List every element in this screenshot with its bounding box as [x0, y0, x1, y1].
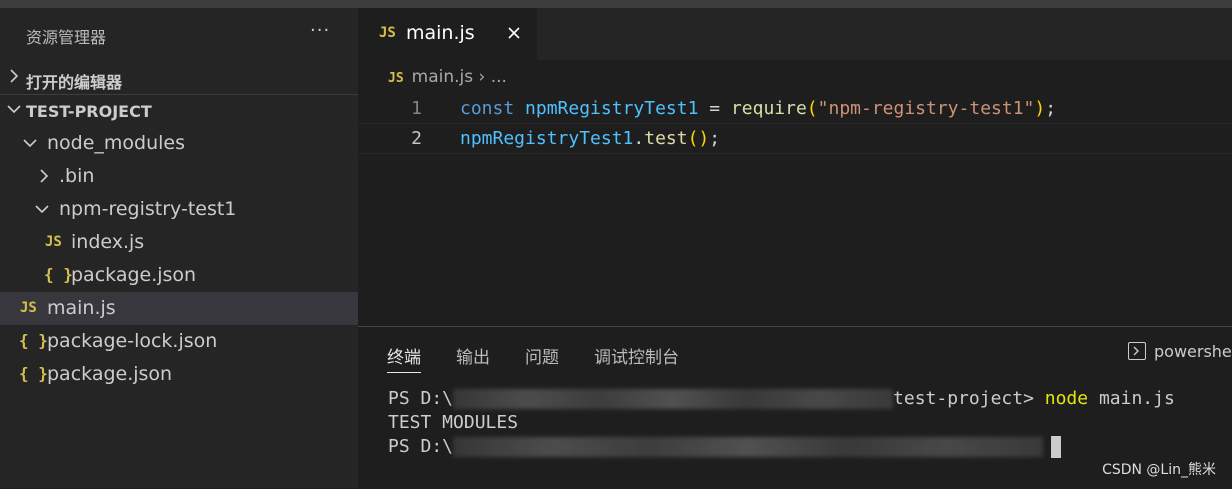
close-icon[interactable]: [506, 25, 522, 41]
token-function: require: [730, 98, 807, 119]
breadcrumb-symbols[interactable]: ...: [491, 67, 507, 87]
breadcrumb-separator: ›: [478, 67, 486, 87]
code-text: npmRegistryTest1.test();: [460, 124, 720, 153]
terminal-line: TEST MODULES: [388, 412, 519, 433]
token-bracket: (): [687, 128, 710, 149]
tab-label: main.js: [406, 22, 475, 44]
terminal-output[interactable]: PS D:\ test-project> node main.js TEST MO…: [388, 387, 1175, 459]
terminal-panel: 终端 输出 问题 调试控制台 powershel PS D:\ test-proj…: [358, 326, 1232, 489]
chevron-down-icon: [23, 139, 37, 148]
chevron-down-icon: [7, 105, 21, 114]
chevron-down-icon: [35, 205, 49, 214]
tab-terminal[interactable]: 终端: [387, 343, 421, 373]
command-args: main.js: [1088, 388, 1175, 409]
command-name: node: [1044, 388, 1089, 409]
title-bar-strip: [0, 0, 1232, 8]
token-bracket: ): [1034, 98, 1046, 119]
token-punct: ;: [709, 128, 721, 149]
explorer-title: 资源管理器: [26, 28, 107, 47]
tree-item-main-js[interactable]: JS main.js: [0, 292, 358, 325]
section-divider: [0, 94, 358, 95]
tree-item-package-lock-json[interactable]: { } package-lock.json: [0, 325, 358, 358]
ellipsis-icon[interactable]: ···: [310, 20, 330, 41]
redacted-path: [453, 437, 1044, 457]
tree-item-node-modules[interactable]: node_modules: [0, 127, 358, 160]
explorer-sidebar: 资源管理器 ··· 打开的编辑器 TEST-PROJECT node_modul…: [0, 8, 358, 488]
shell-selector[interactable]: powershel: [1128, 342, 1232, 361]
json-file-icon: { }: [19, 364, 48, 383]
line-number: 1: [411, 98, 422, 119]
open-editors-section[interactable]: 打开的编辑器: [0, 64, 358, 94]
tab-problems[interactable]: 问题: [525, 343, 559, 368]
token-keyword: const: [460, 98, 515, 119]
chevron-right-icon: [10, 69, 19, 83]
tab-output[interactable]: 输出: [456, 343, 490, 368]
tree-item-label: main.js: [47, 297, 116, 319]
token-punct: ;: [1045, 98, 1057, 119]
terminal-cursor: [1051, 436, 1062, 458]
token-variable: npmRegistryTest1: [460, 128, 634, 149]
breadcrumb[interactable]: JS main.js › ...: [388, 67, 507, 87]
open-editors-label: 打开的编辑器: [26, 73, 123, 92]
code-text: const npmRegistryTest1 = require("npm-re…: [460, 94, 1056, 123]
tree-item-npm-registry-test1[interactable]: npm-registry-test1: [0, 193, 358, 226]
tree-item-bin[interactable]: .bin: [0, 160, 358, 193]
json-file-icon: { }: [19, 331, 48, 350]
token-punct: .: [633, 128, 645, 149]
tab-main-js[interactable]: JS main.js: [358, 8, 537, 60]
code-line-current: 2 npmRegistryTest1.test();: [358, 123, 1232, 154]
token-bracket: (: [806, 98, 818, 119]
tree-item-label: package.json: [47, 363, 173, 385]
terminal-icon: [1128, 342, 1146, 360]
js-file-icon: JS: [45, 234, 62, 250]
tree-item-label: node_modules: [47, 132, 186, 154]
prompt-prefix: PS D:\: [388, 436, 454, 457]
shell-label: powershel: [1154, 342, 1232, 361]
project-section[interactable]: TEST-PROJECT: [0, 97, 358, 127]
redacted-path: [453, 389, 894, 409]
terminal-line: PS D:\: [388, 435, 1175, 459]
json-file-icon: { }: [44, 265, 73, 284]
tree-item-label: package.json: [71, 264, 197, 286]
tree-item-index-js[interactable]: JS index.js: [0, 226, 358, 259]
js-file-icon: JS: [20, 300, 37, 316]
prompt-prefix: PS D:\: [388, 388, 454, 409]
tree-item-package-json[interactable]: { } package.json: [0, 358, 358, 391]
project-label: TEST-PROJECT: [26, 102, 152, 121]
js-file-icon: JS: [388, 71, 404, 86]
breadcrumb-file[interactable]: main.js: [412, 67, 473, 87]
token-operator: =: [698, 98, 731, 119]
tree-item-label: .bin: [59, 165, 95, 187]
tree-item-label: npm-registry-test1: [59, 198, 237, 220]
code-editor[interactable]: 1 const npmRegistryTest1 = require("npm-…: [358, 94, 1232, 154]
editor-tab-bar: JS main.js: [358, 8, 1232, 60]
watermark: CSDN @Lin_熊米: [1102, 462, 1216, 478]
tree-item-label: package-lock.json: [47, 330, 218, 352]
token-variable: npmRegistryTest1: [525, 98, 699, 119]
terminal-line: PS D:\ test-project> node main.js: [388, 387, 1175, 411]
js-file-icon: JS: [379, 25, 396, 41]
code-line: 1 const npmRegistryTest1 = require("npm-…: [358, 94, 1232, 123]
chevron-right-icon: [40, 169, 49, 183]
tree-item-package-json-nested[interactable]: { } package.json: [0, 259, 358, 292]
line-number: 2: [411, 128, 422, 149]
tab-debug-console[interactable]: 调试控制台: [594, 343, 679, 368]
token-string: "npm-registry-test1": [817, 98, 1035, 119]
token-function: test: [644, 128, 688, 149]
prompt-suffix: test-project>: [893, 388, 1045, 409]
tree-item-label: index.js: [71, 231, 145, 253]
